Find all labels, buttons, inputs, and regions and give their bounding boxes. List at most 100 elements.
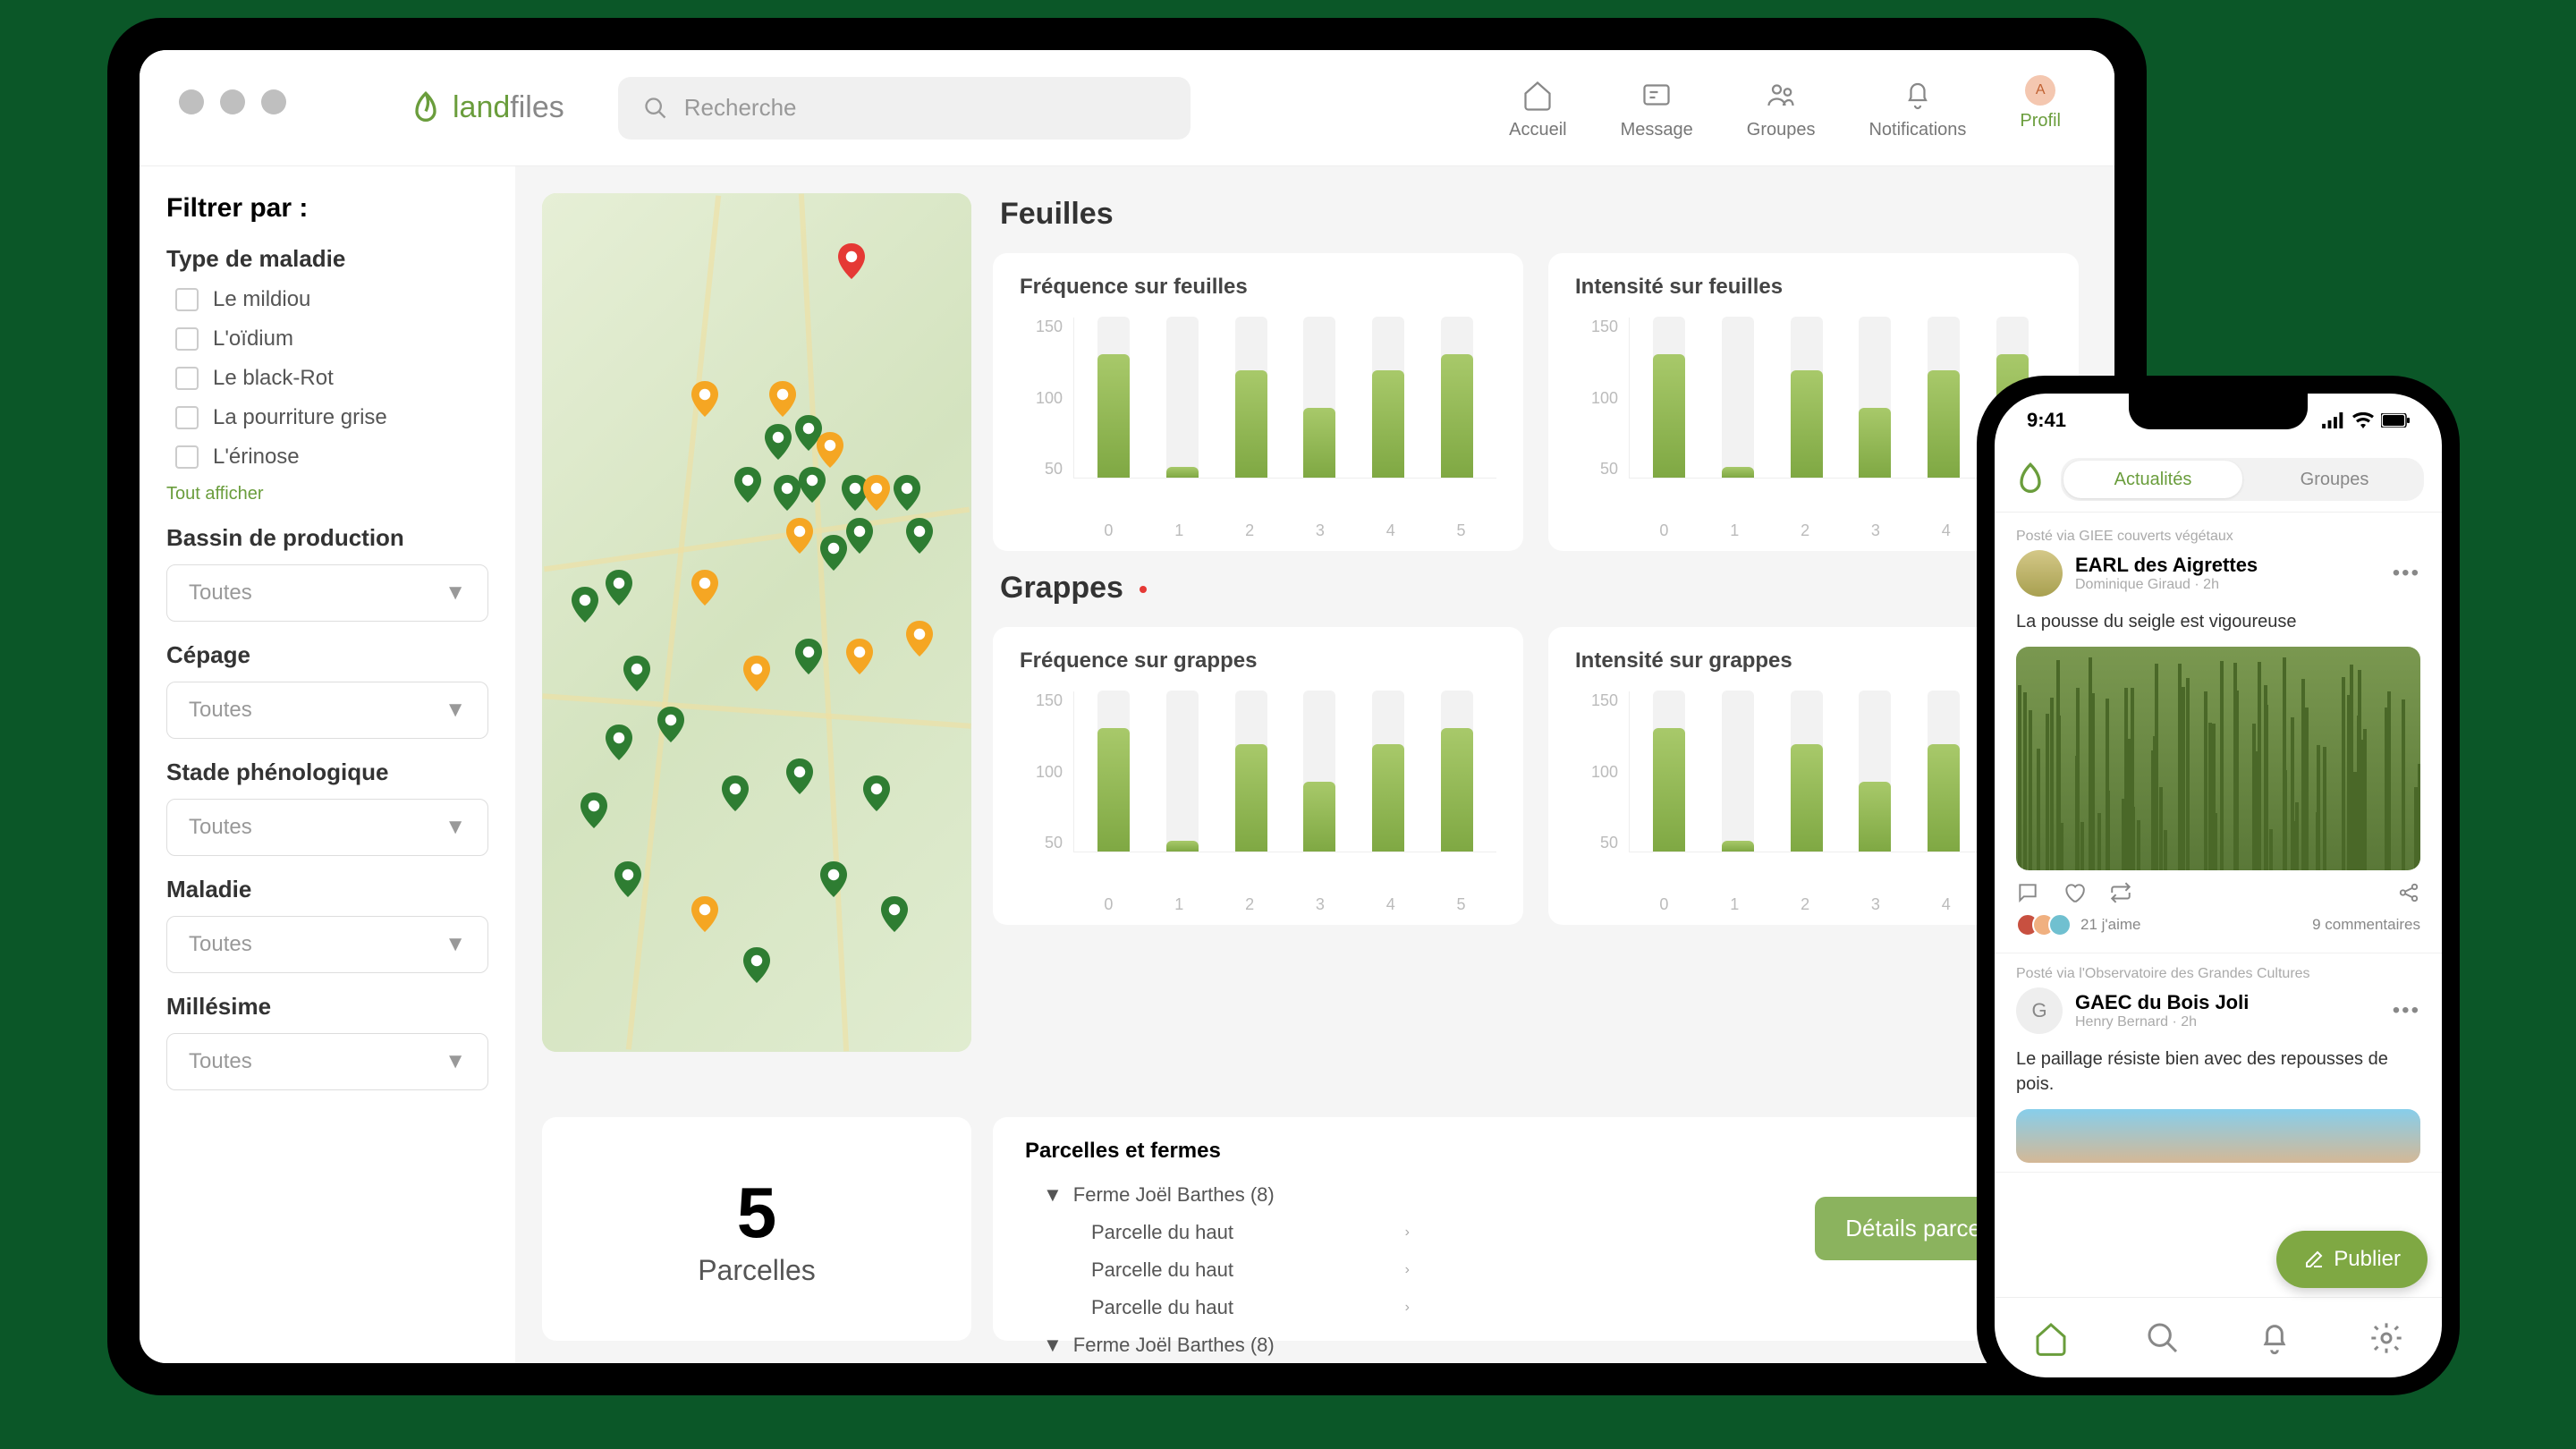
map-panel[interactable] bbox=[542, 193, 971, 1052]
map-pin[interactable] bbox=[863, 475, 890, 511]
map-pin[interactable] bbox=[881, 896, 908, 932]
disease-checkbox-row[interactable]: L'érinose bbox=[175, 445, 488, 470]
post-more-icon[interactable]: ••• bbox=[2393, 998, 2420, 1023]
disease-checkbox-row[interactable]: La pourriture grise bbox=[175, 405, 488, 430]
nav-home[interactable]: Accueil bbox=[1509, 75, 1566, 140]
bar[interactable] bbox=[1148, 317, 1217, 478]
bar[interactable] bbox=[1635, 317, 1704, 478]
bar[interactable] bbox=[1422, 691, 1491, 852]
nav-profile[interactable]: A Profil bbox=[2020, 75, 2061, 140]
nav-message[interactable]: Message bbox=[1621, 75, 1693, 140]
show-all-link[interactable]: Tout afficher bbox=[166, 484, 488, 504]
map-pin[interactable] bbox=[906, 518, 933, 554]
map-pin[interactable] bbox=[795, 639, 822, 674]
feed[interactable]: Posté via GIEE couverts végétaux EARL de… bbox=[1995, 513, 2442, 1297]
post-image[interactable] bbox=[2016, 647, 2420, 870]
map-pin[interactable] bbox=[817, 432, 843, 468]
map-pin[interactable] bbox=[769, 381, 796, 417]
bar[interactable] bbox=[1148, 691, 1217, 852]
post-image[interactable] bbox=[2016, 1109, 2420, 1163]
nav-groups[interactable]: Groupes bbox=[1747, 75, 1816, 140]
publish-button[interactable]: Publier bbox=[2276, 1231, 2428, 1288]
comments-count[interactable]: 9 commentaires bbox=[2312, 916, 2420, 934]
repost-icon[interactable] bbox=[2109, 881, 2132, 904]
map-pin[interactable] bbox=[691, 896, 718, 932]
farm-row[interactable]: ▼ Ferme Joël Barthes (8) bbox=[1025, 1326, 2046, 1363]
map-pin[interactable] bbox=[606, 570, 632, 606]
bar[interactable] bbox=[1704, 317, 1773, 478]
map-pin[interactable] bbox=[906, 621, 933, 657]
map-pin[interactable] bbox=[894, 475, 920, 511]
filter-select[interactable]: Toutes▼ bbox=[166, 564, 488, 622]
map-pin[interactable] bbox=[743, 656, 770, 691]
tab-news[interactable]: Actualités bbox=[2063, 461, 2242, 498]
disease-checkbox-row[interactable]: Le black-Rot bbox=[175, 366, 488, 391]
map-pin[interactable] bbox=[838, 243, 865, 279]
bar[interactable] bbox=[1216, 317, 1285, 478]
map-pin[interactable] bbox=[799, 467, 826, 503]
map-pin[interactable] bbox=[657, 707, 684, 742]
bar[interactable] bbox=[1354, 317, 1423, 478]
checkbox-icon[interactable] bbox=[175, 406, 199, 429]
gear-icon[interactable] bbox=[2368, 1320, 2404, 1356]
leaf-icon[interactable] bbox=[2012, 462, 2048, 497]
disease-checkbox-row[interactable]: L'oïdium bbox=[175, 326, 488, 352]
map-pin[interactable] bbox=[846, 639, 873, 674]
disease-checkbox-row[interactable]: Le mildiou bbox=[175, 287, 488, 312]
map-pin[interactable] bbox=[820, 861, 847, 897]
bar[interactable] bbox=[1080, 691, 1148, 852]
map-pin[interactable] bbox=[580, 792, 607, 828]
map-pin[interactable] bbox=[774, 475, 801, 511]
map-pin[interactable] bbox=[572, 587, 598, 623]
map-pin[interactable] bbox=[722, 775, 749, 811]
map-pin[interactable] bbox=[606, 724, 632, 760]
checkbox-icon[interactable] bbox=[175, 367, 199, 390]
filter-select[interactable]: Toutes▼ bbox=[166, 682, 488, 739]
post-author-name[interactable]: GAEC du Bois Joli bbox=[2075, 991, 2249, 1014]
post-author-name[interactable]: EARL des Aigrettes bbox=[2075, 554, 2258, 577]
bar[interactable] bbox=[1422, 317, 1491, 478]
home-icon[interactable] bbox=[2033, 1320, 2069, 1356]
checkbox-icon[interactable] bbox=[175, 445, 199, 469]
parcel-row[interactable]: Parcelle du haut› bbox=[1034, 1289, 1410, 1326]
comment-icon[interactable] bbox=[2016, 881, 2039, 904]
map-pin[interactable] bbox=[691, 570, 718, 606]
bar[interactable] bbox=[1772, 317, 1841, 478]
bar[interactable] bbox=[1285, 317, 1354, 478]
map-pin[interactable] bbox=[765, 424, 792, 460]
map-pin[interactable] bbox=[743, 947, 770, 983]
map-pin[interactable] bbox=[863, 775, 890, 811]
bar[interactable] bbox=[1910, 317, 1979, 478]
share-icon[interactable] bbox=[2397, 881, 2420, 904]
bar[interactable] bbox=[1216, 691, 1285, 852]
bar[interactable] bbox=[1635, 691, 1704, 852]
filter-select[interactable]: Toutes▼ bbox=[166, 1033, 488, 1090]
search-input[interactable]: Recherche bbox=[618, 77, 1191, 140]
post-more-icon[interactable]: ••• bbox=[2393, 561, 2420, 586]
parcel-row[interactable]: Parcelle du haut› bbox=[1034, 1251, 1410, 1289]
map-pin[interactable] bbox=[846, 518, 873, 554]
post-avatar[interactable] bbox=[2016, 550, 2063, 597]
map-pin[interactable] bbox=[786, 758, 813, 794]
map-pin[interactable] bbox=[734, 467, 761, 503]
bar[interactable] bbox=[1841, 317, 1910, 478]
app-logo[interactable]: landfiles bbox=[408, 90, 564, 126]
checkbox-icon[interactable] bbox=[175, 288, 199, 311]
tab-groups[interactable]: Groupes bbox=[2245, 458, 2424, 501]
map-pin[interactable] bbox=[786, 518, 813, 554]
filter-select[interactable]: Toutes▼ bbox=[166, 916, 488, 973]
map-pin[interactable] bbox=[820, 535, 847, 571]
bar[interactable] bbox=[1910, 691, 1979, 852]
filter-select[interactable]: Toutes▼ bbox=[166, 799, 488, 856]
map-pin[interactable] bbox=[691, 381, 718, 417]
map-pin[interactable] bbox=[623, 656, 650, 691]
bar[interactable] bbox=[1772, 691, 1841, 852]
bar[interactable] bbox=[1841, 691, 1910, 852]
map-pin[interactable] bbox=[614, 861, 641, 897]
parcel-row[interactable]: Parcelle du haut› bbox=[1034, 1214, 1410, 1251]
search-icon[interactable] bbox=[2145, 1320, 2181, 1356]
checkbox-icon[interactable] bbox=[175, 327, 199, 351]
bar[interactable] bbox=[1080, 317, 1148, 478]
heart-icon[interactable] bbox=[2063, 881, 2086, 904]
bell-icon[interactable] bbox=[2257, 1320, 2292, 1356]
